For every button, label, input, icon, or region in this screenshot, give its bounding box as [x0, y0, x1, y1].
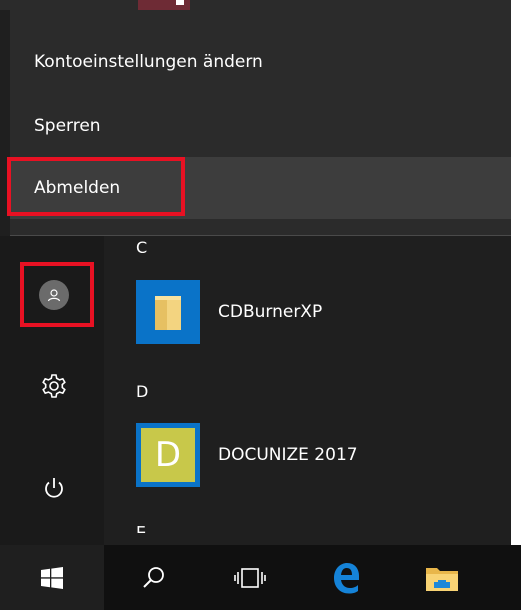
group-header-d[interactable]: D	[136, 382, 148, 401]
sign-out-item[interactable]: Abmelden	[10, 157, 511, 219]
docunize-icon: D	[136, 423, 200, 487]
top-strip	[0, 0, 511, 10]
change-account-settings-item[interactable]: Kontoeinstellungen ändern	[10, 31, 511, 93]
edge-icon	[334, 562, 359, 593]
user-icon	[39, 280, 69, 310]
settings-button[interactable]	[20, 356, 88, 416]
tile-peek	[138, 0, 190, 10]
file-explorer-icon	[426, 567, 458, 591]
start-menu: C CDBurnerXP D D DOCUNIZE 2017 E Kontoei…	[0, 0, 511, 545]
edge-button[interactable]	[314, 545, 378, 610]
windows-logo-icon	[41, 566, 63, 589]
app-item-docunize-2017[interactable]: D DOCUNIZE 2017	[136, 423, 358, 487]
search-icon	[143, 566, 164, 588]
power-button[interactable]	[20, 458, 88, 518]
gear-icon	[42, 374, 66, 398]
lock-item[interactable]: Sperren	[10, 95, 511, 157]
search-button[interactable]	[122, 545, 186, 610]
docunize-icon-letter: D	[141, 428, 195, 482]
user-account-button[interactable]	[20, 265, 88, 325]
account-menu: Kontoeinstellungen ändern Sperren Abmeld…	[10, 10, 511, 236]
app-name-docunize-2017: DOCUNIZE 2017	[218, 445, 358, 465]
app-item-cdburnerxp[interactable]: CDBurnerXP	[136, 280, 322, 344]
task-view-icon	[234, 567, 266, 588]
folder-icon	[136, 280, 200, 344]
group-header-e[interactable]: E	[136, 526, 146, 545]
app-name-cdburnerxp: CDBurnerXP	[218, 302, 323, 322]
group-header-e-letter: E	[136, 526, 147, 537]
file-explorer-button[interactable]	[410, 545, 474, 610]
taskbar	[0, 545, 521, 610]
group-header-c[interactable]: C	[136, 238, 147, 257]
start-button[interactable]	[0, 545, 104, 610]
power-icon	[45, 478, 63, 498]
task-view-button[interactable]	[218, 545, 282, 610]
